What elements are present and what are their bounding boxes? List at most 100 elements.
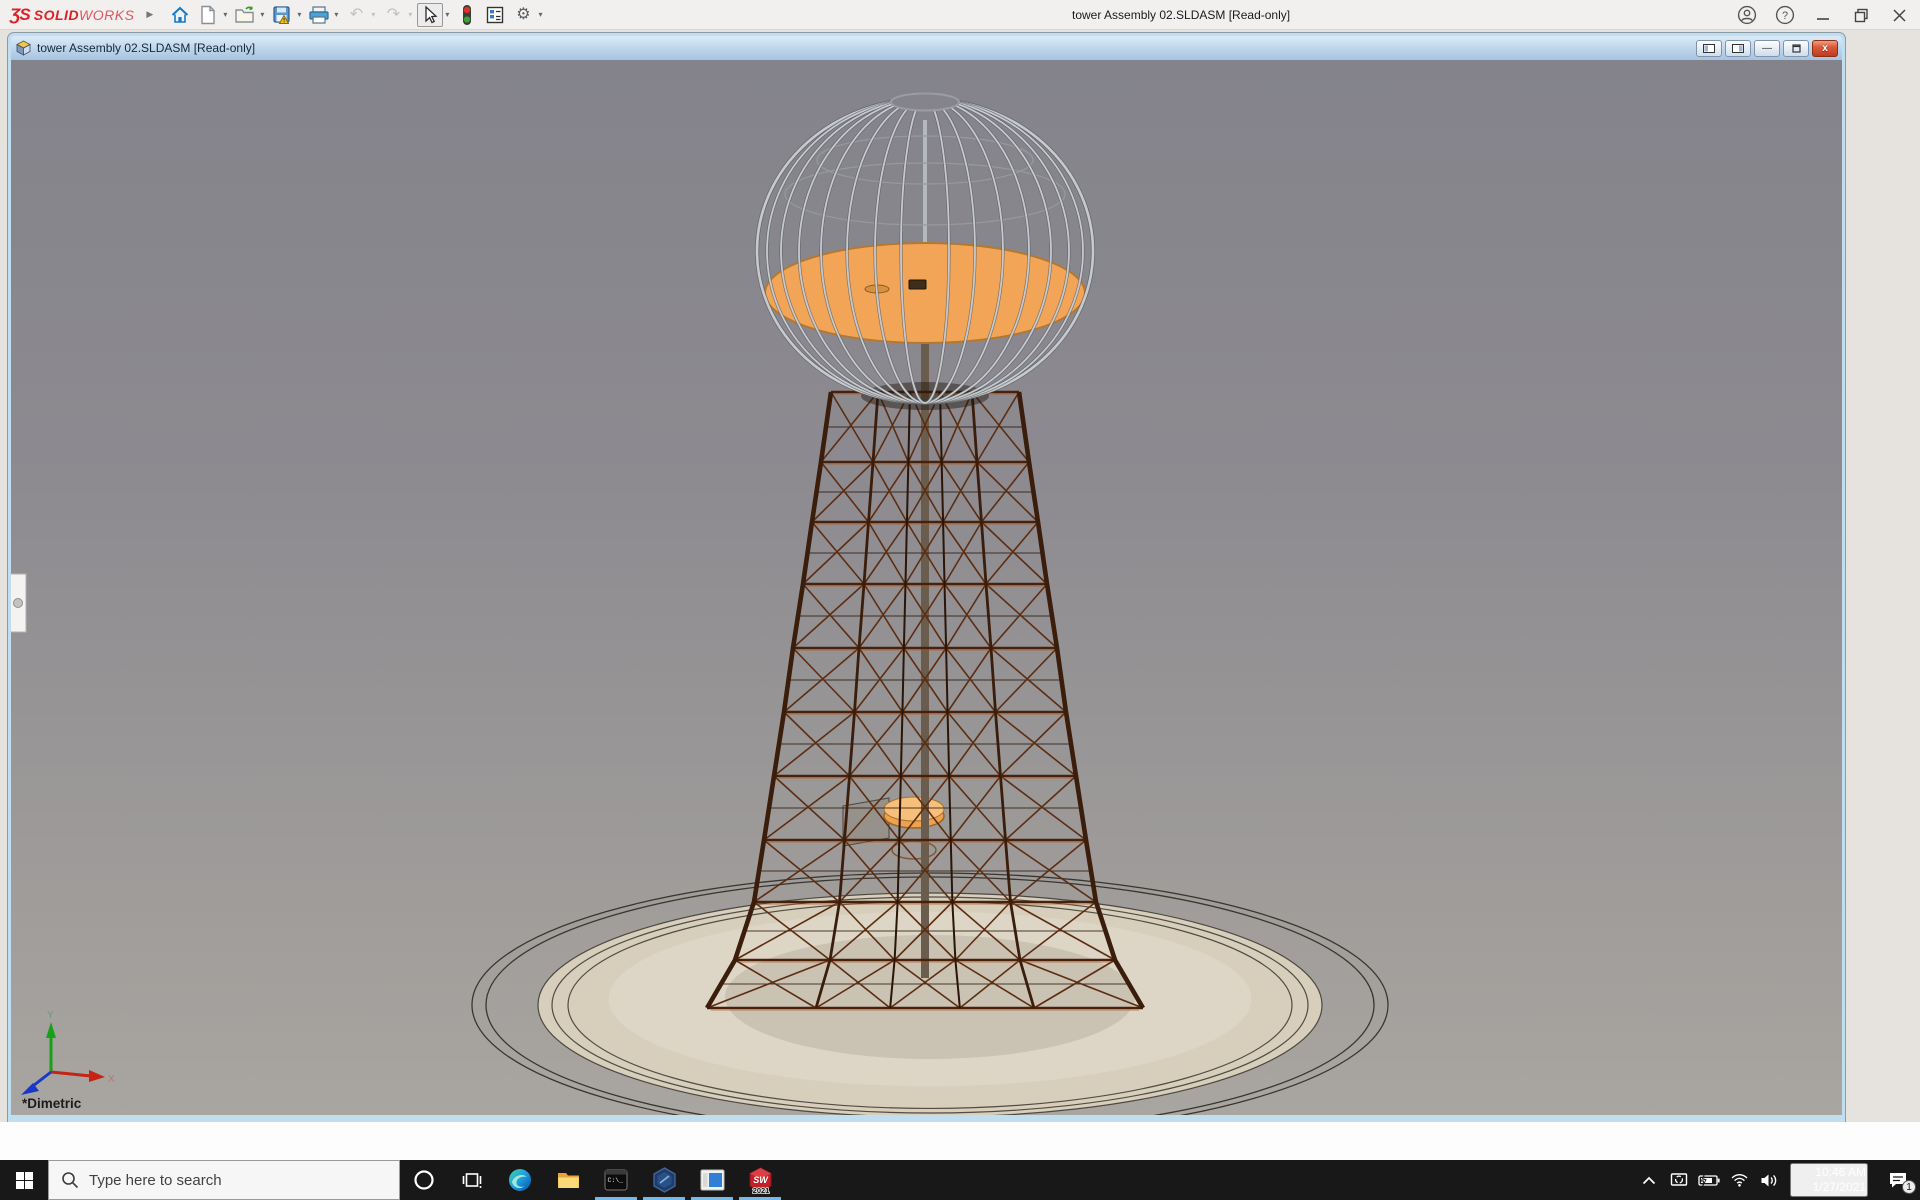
- assembly-icon: [15, 40, 32, 56]
- save-button[interactable]: [269, 3, 295, 27]
- wifi-icon: [1730, 1173, 1749, 1187]
- select-cursor-icon: [421, 5, 439, 25]
- svg-text:?: ?: [1782, 10, 1788, 22]
- triad-y-label: Y: [47, 1010, 54, 1021]
- menu-expand-icon[interactable]: ▶: [146, 9, 153, 20]
- help-icon: ?: [1775, 5, 1795, 25]
- help-button[interactable]: ?: [1770, 2, 1800, 28]
- restore-button[interactable]: [1846, 2, 1876, 28]
- view-orientation-label: *Dimetric: [22, 1096, 82, 1111]
- redo-icon: ↷: [387, 7, 400, 23]
- sw-year: 2021: [752, 1186, 769, 1194]
- tray-date: 1/27/2021: [1792, 1180, 1866, 1195]
- 3d-viewport-canvas[interactable]: Y X *Dimetric: [11, 60, 1842, 1115]
- task-pane-button[interactable]: [482, 3, 508, 27]
- tile-horizontal-button[interactable]: [1725, 40, 1751, 57]
- triad-y-arrow: [46, 1022, 56, 1038]
- feature-tree-collapsed-tab[interactable]: [11, 574, 26, 632]
- tray-cast-connect[interactable]: [1664, 1160, 1694, 1200]
- document-minimize-button[interactable]: —: [1754, 40, 1780, 57]
- select-button[interactable]: [417, 3, 443, 27]
- restore-icon: [1854, 8, 1869, 23]
- minimize-icon: [1816, 8, 1830, 22]
- status-strip: [0, 1122, 1920, 1160]
- open-button[interactable]: [232, 3, 258, 27]
- taskbar-icon-cortana[interactable]: [400, 1160, 448, 1200]
- document-close-button[interactable]: x: [1812, 40, 1838, 57]
- document-window: tower Assembly 02.SLDASM [Read-only] —: [8, 33, 1845, 1122]
- tile-vertical-icon: [1703, 44, 1715, 53]
- windows-logo-icon: [16, 1172, 33, 1189]
- minimize-button[interactable]: [1808, 2, 1838, 28]
- tile-vertical-button[interactable]: [1696, 40, 1722, 57]
- performance-evaluation-button[interactable]: [454, 3, 480, 27]
- search-input[interactable]: [89, 1172, 379, 1189]
- print-icon: [308, 5, 330, 25]
- app-title: tower Assembly 02.SLDASM [Read-only]: [1072, 0, 1290, 30]
- save-dropdown[interactable]: ▾: [297, 10, 301, 19]
- document-titlebar[interactable]: tower Assembly 02.SLDASM [Read-only] —: [11, 36, 1842, 60]
- task-pane-icon: [485, 5, 505, 25]
- undo-icon: ↶: [350, 7, 363, 23]
- select-dropdown[interactable]: ▾: [445, 10, 449, 19]
- action-center-button[interactable]: 1: [1876, 1160, 1920, 1200]
- user-icon: [1737, 5, 1757, 25]
- document-maximize-icon: [1792, 44, 1801, 53]
- new-document-dropdown[interactable]: ▾: [223, 10, 227, 19]
- options-dropdown[interactable]: ▾: [538, 10, 542, 19]
- triad-x-label: X: [108, 1074, 115, 1085]
- notification-badge: 1: [1902, 1180, 1916, 1194]
- search-icon: [61, 1171, 79, 1189]
- tray-battery[interactable]: [1694, 1160, 1724, 1200]
- battery-charging-icon: [1698, 1174, 1720, 1187]
- new-document-button[interactable]: [195, 3, 221, 27]
- tree-tab-handle-icon[interactable]: [14, 599, 23, 608]
- task-view-icon: [461, 1170, 483, 1190]
- taskbar-icon-command-prompt[interactable]: C:\_: [592, 1160, 640, 1200]
- taskbar: C:\_ SW 2021: [0, 1160, 1920, 1200]
- workspace: tower Assembly 02.SLDASM [Read-only] —: [0, 30, 1920, 1122]
- taskbar-icon-file-explorer[interactable]: [544, 1160, 592, 1200]
- sw-label: SW: [753, 1175, 769, 1185]
- redo-button[interactable]: ↷: [380, 3, 406, 27]
- redo-dropdown[interactable]: ▾: [408, 10, 412, 19]
- taskbar-icon-solidworks[interactable]: SW 2021: [736, 1160, 784, 1200]
- undo-dropdown[interactable]: ▾: [371, 10, 375, 19]
- undo-button[interactable]: ↶: [343, 3, 369, 27]
- print-dropdown[interactable]: ▾: [334, 10, 338, 19]
- solidworks-logo: ƷS SOLID WORKS: [10, 5, 134, 25]
- options-button[interactable]: ⚙: [510, 3, 536, 27]
- taskbar-icon-hexagon-tool[interactable]: [640, 1160, 688, 1200]
- chevron-up-icon: [1642, 1176, 1656, 1185]
- app-window-controls: ?: [1732, 0, 1914, 30]
- tower-assembly-model[interactable]: [472, 94, 1388, 1116]
- taskbar-icon-preview-window[interactable]: [688, 1160, 736, 1200]
- 3d-viewport[interactable]: Y X *Dimetric: [11, 60, 1842, 1115]
- app-titlebar: ƷS SOLID WORKS ▶ ▾: [0, 0, 1920, 30]
- tray-network[interactable]: [1724, 1160, 1754, 1200]
- account-button[interactable]: [1732, 2, 1762, 28]
- taskbar-icon-edge[interactable]: [496, 1160, 544, 1200]
- tray-volume[interactable]: [1754, 1160, 1784, 1200]
- taskbar-search[interactable]: [48, 1160, 400, 1200]
- tray-clock[interactable]: 10:46 AM 1/27/2021: [1790, 1163, 1868, 1197]
- preview-window-icon: [700, 1169, 725, 1191]
- orientation-triad: Y X: [21, 1010, 115, 1095]
- home-button[interactable]: [167, 3, 193, 27]
- tray-time: 10:46 AM: [1792, 1165, 1866, 1180]
- solidworks-2021-icon: SW 2021: [747, 1167, 774, 1194]
- taskbar-icon-task-view[interactable]: [448, 1160, 496, 1200]
- tray-show-hidden-icons[interactable]: [1634, 1160, 1664, 1200]
- close-button[interactable]: [1884, 2, 1914, 28]
- edge-icon: [507, 1167, 533, 1193]
- start-button[interactable]: [0, 1160, 48, 1200]
- open-dropdown[interactable]: ▾: [260, 10, 264, 19]
- command-prompt-icon: C:\_: [604, 1169, 628, 1191]
- command-prompt-text: C:\_: [608, 1177, 624, 1184]
- hexagon-tool-icon: [652, 1167, 677, 1193]
- cortana-icon: [413, 1169, 435, 1191]
- speaker-icon: [1760, 1173, 1779, 1188]
- document-maximize-button[interactable]: [1783, 40, 1809, 57]
- document-window-controls: — x: [1696, 40, 1838, 57]
- print-button[interactable]: [306, 3, 332, 27]
